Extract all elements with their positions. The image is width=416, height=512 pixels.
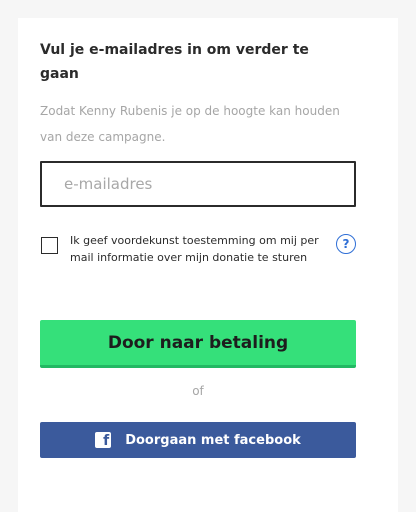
- email-input[interactable]: [64, 175, 354, 193]
- facebook-logo-icon: f: [95, 432, 112, 448]
- email-field-wrapper[interactable]: [40, 161, 356, 207]
- form-subtext: Zodat Kenny Rubenis je op de hoogte kan …: [40, 104, 340, 144]
- consent-label: Ik geef voordekunst toestemming om mij p…: [70, 234, 319, 264]
- or-divider-text: of: [192, 384, 204, 398]
- question-circle-icon[interactable]: ?: [336, 234, 356, 254]
- pay-button[interactable]: Door naar betaling: [40, 320, 356, 368]
- consent-checkbox[interactable]: [41, 237, 58, 254]
- facebook-button-label: Doorgaan met facebook: [125, 432, 301, 448]
- facebook-login-button[interactable]: f Doorgaan met facebook: [40, 422, 356, 458]
- form-heading: Vul je e-mailadres in om verder te gaan: [40, 42, 309, 82]
